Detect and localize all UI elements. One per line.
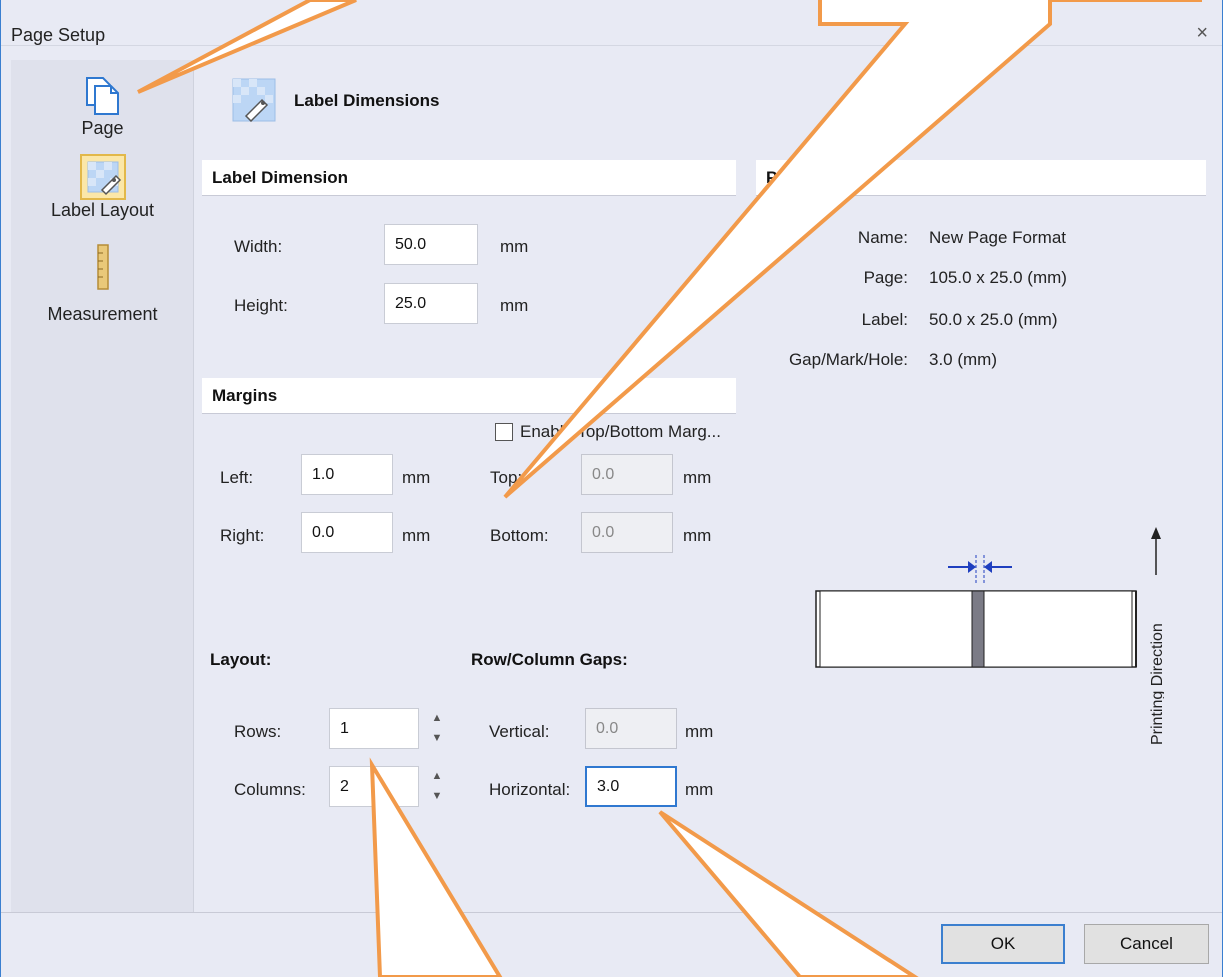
chevron-down-icon[interactable]: ▼	[422, 728, 452, 748]
sidebar-item-label: Label Layout	[50, 200, 155, 220]
page-title: Label Dimensions	[294, 91, 440, 110]
page-icon	[85, 77, 119, 115]
main-panel: Label Dimensions Label Dimension Width: …	[194, 60, 1222, 912]
label-preview-diagram: Printing Direction	[815, 527, 1164, 745]
width-unit: mm	[500, 237, 529, 256]
width-label: Width:	[234, 237, 283, 256]
preview-label-value: 50.0 x 25.0 (mm)	[929, 310, 1058, 329]
left-margin-label: Left:	[220, 468, 254, 487]
bottom-margin-input[interactable]	[581, 512, 673, 553]
cancel-button[interactable]: Cancel	[1084, 924, 1209, 964]
right-margin-input[interactable]	[301, 512, 393, 553]
chevron-down-icon[interactable]: ▼	[422, 786, 452, 806]
label-1	[819, 590, 973, 668]
ruler-icon	[96, 244, 109, 290]
preview-page-label: Page:	[863, 268, 908, 287]
rows-label: Rows:	[234, 722, 282, 741]
preview-name-value: New Page Format	[929, 228, 1066, 247]
gap-dimension-arrows	[948, 555, 1012, 585]
vertical-gap-unit: mm	[685, 722, 714, 741]
sidebar-item-label-layout[interactable]: Label Layout	[11, 154, 194, 221]
preview-header: Piew	[756, 160, 1206, 196]
horizontal-gap-label: Horizontal:	[489, 780, 571, 799]
label-dimensions-icon	[232, 78, 276, 122]
ok-button[interactable]: OK	[941, 924, 1065, 964]
label-gap	[971, 590, 985, 668]
label-dimension-header: Label Dimension	[202, 160, 736, 196]
right-margin-unit: mm	[402, 526, 431, 545]
margins-header: Margins	[202, 378, 736, 414]
dialog-footer: OK Cancel	[1, 912, 1222, 977]
bottom-margin-label: Bottom:	[490, 526, 549, 545]
sidebar-item-label: Page	[81, 118, 124, 138]
columns-input[interactable]	[329, 766, 419, 807]
height-label: Height:	[234, 296, 288, 315]
label-layout-icon	[79, 154, 126, 200]
chevron-up-icon[interactable]: ▲	[422, 708, 452, 728]
preview-gap-value: 3.0 (mm)	[929, 350, 997, 369]
left-margin-input[interactable]	[301, 454, 393, 495]
preview-page-value: 105.0 x 25.0 (mm)	[929, 268, 1067, 287]
sidebar-item-page[interactable]: Page	[11, 74, 194, 139]
close-icon[interactable]: ×	[1196, 22, 1208, 45]
enable-top-bottom-label: Enable Top/Bottom Marg...	[520, 422, 721, 441]
preview-title-end: iew	[827, 168, 855, 187]
page-setup-dialog: Page Setup × Page Label Layout Measureme…	[0, 0, 1223, 977]
top-margin-input[interactable]	[581, 454, 673, 495]
horizontal-gap-unit: mm	[685, 780, 714, 799]
height-unit: mm	[500, 296, 529, 315]
top-margin-unit: mm	[683, 468, 712, 487]
preview-title-start: P	[766, 168, 778, 187]
sidebar-item-measurement[interactable]: Measurement	[11, 244, 194, 325]
rows-stepper[interactable]: ▲ ▼	[422, 708, 452, 749]
preview-name-label: Name:	[857, 228, 908, 247]
enable-top-bottom-checkbox[interactable]	[495, 423, 513, 441]
height-input[interactable]	[384, 283, 478, 324]
chevron-up-icon[interactable]: ▲	[422, 766, 452, 786]
sidebar: Page Label Layout Measurement	[11, 60, 194, 912]
vertical-gap-label: Vertical:	[489, 722, 550, 741]
printing-direction-label: Printing Direction	[1149, 623, 1164, 745]
printing-direction-arrow	[1151, 527, 1161, 575]
preview-label-label: Label:	[861, 310, 908, 329]
title-bar: Page Setup ×	[1, 0, 1222, 46]
layout-heading: Layout:	[210, 650, 272, 669]
rows-input[interactable]	[329, 708, 419, 749]
right-margin-label: Right:	[220, 526, 265, 545]
columns-label: Columns:	[234, 780, 306, 799]
preview-gap-label: Gap/Mark/Hole:	[788, 350, 908, 369]
width-input[interactable]	[384, 224, 478, 265]
horizontal-gap-input[interactable]	[585, 766, 677, 807]
sidebar-item-label: Measurement	[47, 304, 158, 324]
top-margin-label: Top:	[490, 468, 523, 487]
columns-stepper[interactable]: ▲ ▼	[422, 766, 452, 807]
vertical-gap-input[interactable]	[585, 708, 677, 749]
window-title: Page Setup	[11, 25, 106, 45]
left-margin-unit: mm	[402, 468, 431, 487]
gaps-heading: Row/Column Gaps:	[471, 650, 628, 669]
label-2	[983, 590, 1133, 668]
bottom-margin-unit: mm	[683, 526, 712, 545]
